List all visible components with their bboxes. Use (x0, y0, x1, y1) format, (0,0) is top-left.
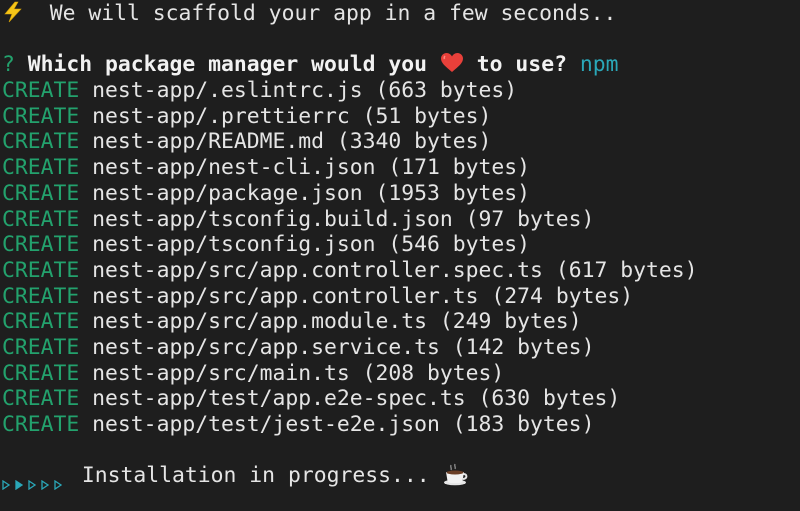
coffee-cup-icon (443, 462, 469, 486)
file-action: CREATE (2, 360, 80, 386)
file-action: CREATE (2, 309, 80, 335)
file-path: nest-app/src/app.controller.spec.ts (92, 257, 543, 283)
file-path: nest-app/src/app.controller.ts (92, 283, 479, 309)
file-action: CREATE (2, 386, 80, 412)
file-path: nest-app/.eslintrc.js (92, 78, 363, 104)
header-message: We will scaffold your app in a few secon… (24, 1, 617, 26)
file-action: CREATE (2, 283, 80, 309)
file-size: (630 bytes) (478, 386, 621, 412)
prompt-answer: npm (579, 52, 619, 78)
file-action: CREATE (2, 206, 80, 232)
file-size: (1953 bytes) (375, 180, 531, 206)
file-path: nest-app/.prettierrc (92, 103, 350, 129)
file-size: (142 bytes) (452, 334, 595, 360)
lightning-bolt-icon (2, 1, 24, 23)
prompt-question: Which package manager would you (27, 52, 428, 78)
prompt-question-end: to use? (476, 52, 567, 78)
file-action: CREATE (2, 103, 80, 129)
file-action: CREATE (2, 412, 80, 437)
file-row: CREATE nest-app/package.json (1953 bytes… (2, 181, 800, 207)
file-row: CREATE nest-app/src/main.ts (208 bytes) (2, 361, 800, 387)
file-action: CREATE (2, 129, 80, 155)
file-row: CREATE nest-app/tsconfig.build.json (97 … (2, 207, 800, 233)
file-action: CREATE (2, 334, 80, 360)
file-row: CREATE nest-app/test/jest-e2e.json (183 … (2, 412, 800, 438)
progress-spinner (2, 463, 67, 490)
file-action: CREATE (2, 257, 80, 283)
file-size: (617 bytes) (555, 257, 698, 283)
file-size: (51 bytes) (362, 103, 492, 129)
file-size: (274 bytes) (491, 283, 634, 309)
spinner-triangle (54, 471, 63, 490)
progress-message: Installation in progress... (81, 463, 430, 489)
file-path: nest-app/test/app.e2e-spec.ts (92, 386, 466, 412)
file-row: CREATE nest-app/src/app.service.ts (142 … (2, 335, 800, 361)
file-action: CREATE (2, 180, 80, 206)
file-row: CREATE nest-app/src/app.controller.spec.… (2, 258, 800, 284)
spinner-triangle (28, 471, 37, 490)
file-row: CREATE nest-app/tsconfig.json (546 bytes… (2, 232, 800, 258)
file-row: CREATE nest-app/src/app.controller.ts (2… (2, 284, 800, 310)
file-action: CREATE (2, 232, 80, 258)
terminal: We will scaffold your app in a few secon… (0, 0, 800, 490)
file-path: nest-app/src/main.ts (92, 360, 350, 386)
heart-icon (440, 52, 464, 74)
prompt-marker: ? (2, 52, 15, 78)
file-size: (171 bytes) (388, 155, 531, 181)
spinner-triangle (2, 471, 11, 490)
file-row: CREATE nest-app/.prettierrc (51 bytes) (2, 104, 800, 130)
progress-line: Installation in progress... (2, 462, 800, 490)
file-path: nest-app/test/jest-e2e.json (92, 412, 440, 437)
file-path: nest-app/package.json (92, 180, 363, 206)
file-size: (546 bytes) (388, 232, 531, 258)
file-path: nest-app/tsconfig.json (92, 232, 376, 258)
file-path: nest-app/tsconfig.build.json (92, 206, 453, 232)
file-action: CREATE (2, 78, 80, 104)
file-size: (663 bytes) (375, 78, 518, 104)
prompt-line: ? Which package manager would you to use… (2, 52, 800, 78)
file-row: CREATE nest-app/test/app.e2e-spec.ts (63… (2, 386, 800, 412)
file-path: nest-app/src/app.service.ts (92, 334, 440, 360)
file-path: nest-app/nest-cli.json (92, 155, 376, 181)
file-size: (183 bytes) (452, 412, 595, 437)
file-action: CREATE (2, 155, 80, 181)
header-line: We will scaffold your app in a few secon… (2, 1, 800, 27)
file-row: CREATE nest-app/README.md (3340 bytes) (2, 129, 800, 155)
spinner-triangle-active (15, 471, 24, 490)
file-row: CREATE nest-app/.eslintrc.js (663 bytes) (2, 78, 800, 104)
file-size: (3340 bytes) (336, 129, 492, 155)
file-size: (208 bytes) (362, 360, 505, 386)
file-row: CREATE nest-app/nest-cli.json (171 bytes… (2, 155, 800, 181)
file-row: CREATE nest-app/src/app.module.ts (249 b… (2, 309, 800, 335)
file-list: CREATE nest-app/.eslintrc.js (663 bytes)… (2, 78, 800, 438)
file-path: nest-app/src/app.module.ts (92, 309, 428, 335)
file-size: (249 bytes) (439, 309, 582, 335)
file-path: nest-app/README.md (92, 129, 324, 155)
file-size: (97 bytes) (465, 206, 595, 232)
spinner-triangle (41, 471, 50, 490)
